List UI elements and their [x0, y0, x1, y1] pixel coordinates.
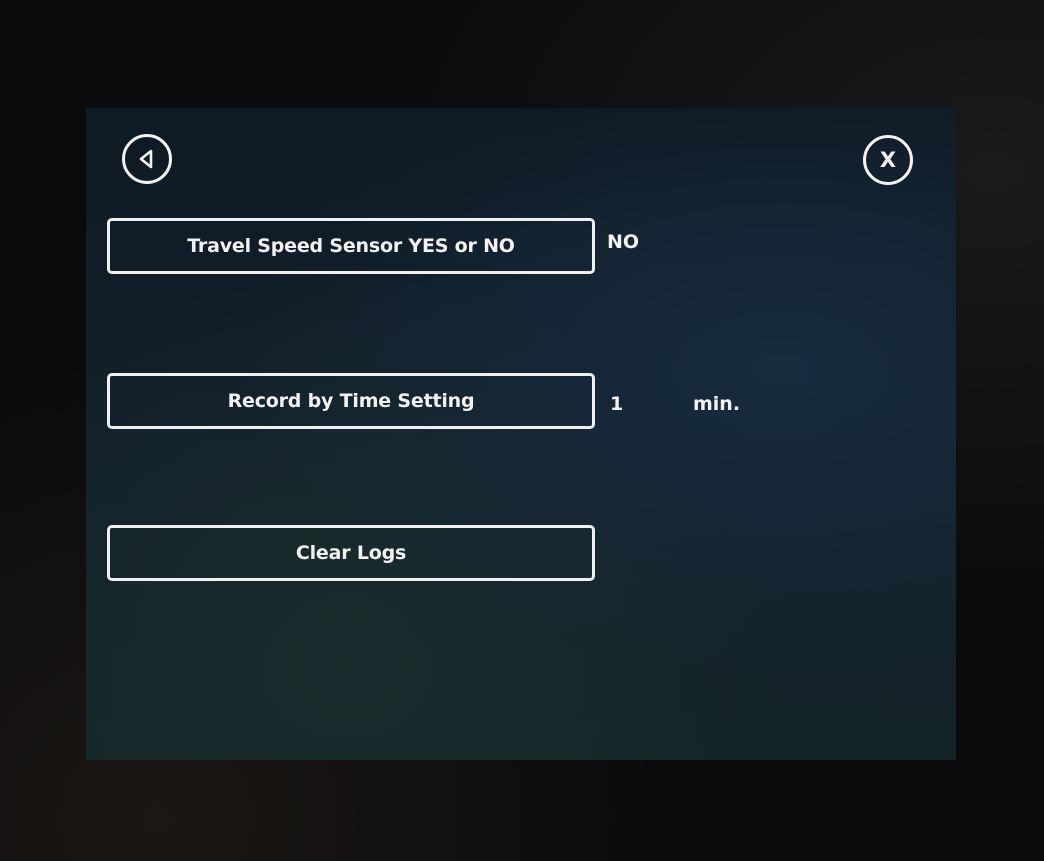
travel-speed-sensor-value: NO	[607, 231, 640, 253]
close-x-icon: X	[879, 147, 897, 172]
back-button[interactable]	[122, 134, 172, 184]
travel-speed-sensor-button-label: Travel Speed Sensor YES or NO	[187, 235, 515, 257]
back-triangle-icon	[139, 149, 153, 169]
settings-screen: X Travel Speed Sensor YES or NO NO Recor…	[86, 108, 956, 760]
travel-speed-sensor-button[interactable]: Travel Speed Sensor YES or NO	[107, 218, 595, 274]
record-by-time-unit: min.	[693, 393, 741, 415]
close-button[interactable]: X	[863, 135, 913, 185]
clear-logs-button[interactable]: Clear Logs	[107, 525, 595, 581]
record-by-time-setting-button-label: Record by Time Setting	[227, 390, 475, 412]
record-by-time-value: 1	[610, 393, 624, 415]
record-by-time-setting-button[interactable]: Record by Time Setting	[107, 373, 595, 429]
device-bezel: X Travel Speed Sensor YES or NO NO Recor…	[0, 0, 1044, 861]
clear-logs-button-label: Clear Logs	[295, 542, 407, 564]
